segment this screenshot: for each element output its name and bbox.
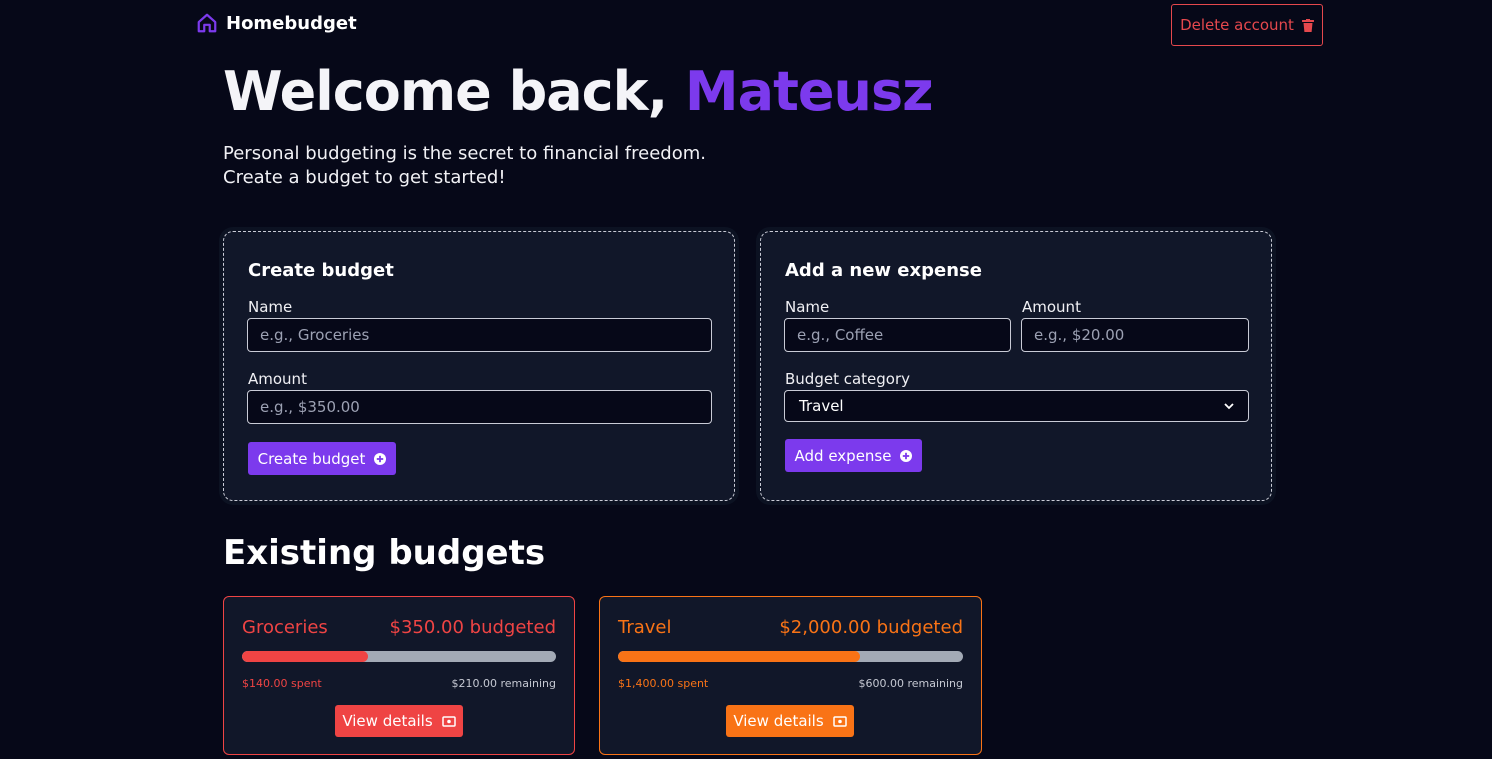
budget-category-label: Budget category <box>785 370 911 388</box>
budget-budgeted: $350.00 budgeted <box>389 617 556 638</box>
budget-progress-fill <box>618 651 860 662</box>
budget-spent: $140.00 spent <box>242 677 322 690</box>
add-expense-title: Add a new expense <box>785 260 982 281</box>
view-details-label: View details <box>342 712 433 730</box>
budget-name: Travel <box>618 617 672 638</box>
create-budget-form: Create budget Name Amount Create budget <box>223 231 735 501</box>
budget-card-groceries: Groceries $350.00 budgeted $140.00 spent… <box>223 596 575 755</box>
add-expense-button[interactable]: Add expense <box>785 439 922 472</box>
welcome-heading: Welcome back, Mateusz <box>223 60 934 123</box>
home-icon <box>197 13 217 33</box>
intro-text: Personal budgeting is the secret to fina… <box>223 142 706 190</box>
budget-progress-bar <box>618 651 963 662</box>
trash-icon <box>1301 18 1314 32</box>
budget-name-label: Name <box>248 298 293 316</box>
create-budget-button-label: Create budget <box>257 449 366 468</box>
budget-card-travel: Travel $2,000.00 budgeted $1,400.00 spen… <box>599 596 982 755</box>
view-details-button[interactable]: View details <box>335 705 463 737</box>
existing-budgets-heading: Existing budgets <box>223 533 546 573</box>
plus-circle-icon <box>374 452 387 465</box>
brand-name: Homebudget <box>226 12 357 34</box>
add-expense-panel: Add a new expense Name Amount Budget cat… <box>756 227 1276 505</box>
budget-spent: $1,400.00 spent <box>618 677 709 690</box>
expense-amount-label: Amount <box>1022 298 1081 316</box>
expense-name-label: Name <box>785 298 830 316</box>
budget-name: Groceries <box>242 617 328 638</box>
welcome-greeting: Welcome back, <box>223 60 685 123</box>
budget-progress-bar <box>242 651 556 662</box>
intro-line-2: Create a budget to get started! <box>223 167 506 188</box>
delete-account-button[interactable]: Delete account <box>1171 4 1323 46</box>
cash-icon <box>441 715 456 727</box>
expense-amount-input[interactable] <box>1021 318 1249 352</box>
budget-amount-input[interactable] <box>247 390 712 424</box>
budget-remaining: $600.00 remaining <box>858 677 963 690</box>
cash-icon <box>832 715 847 727</box>
budget-category-select[interactable]: Travel <box>784 390 1249 422</box>
expense-name-input[interactable] <box>784 318 1011 352</box>
budget-remaining: $210.00 remaining <box>451 677 556 690</box>
chevron-down-icon <box>1224 403 1234 410</box>
brand-logo[interactable]: Homebudget <box>196 12 357 34</box>
view-details-label: View details <box>733 712 824 730</box>
add-expense-button-label: Add expense <box>794 446 892 465</box>
budget-progress-fill <box>242 651 368 662</box>
budget-amount-label: Amount <box>248 370 307 388</box>
create-budget-panel: Create budget Name Amount Create budget <box>219 227 739 505</box>
welcome-username: Mateusz <box>684 60 934 123</box>
plus-circle-icon <box>900 449 913 462</box>
view-details-button[interactable]: View details <box>726 705 854 737</box>
create-budget-title: Create budget <box>248 260 394 281</box>
delete-account-label: Delete account <box>1180 16 1294 34</box>
budget-budgeted: $2,000.00 budgeted <box>779 617 963 638</box>
add-expense-form: Add a new expense Name Amount Budget cat… <box>760 231 1272 501</box>
create-budget-button[interactable]: Create budget <box>248 442 396 475</box>
budget-category-value: Travel <box>799 397 844 415</box>
budget-name-input[interactable] <box>247 318 712 352</box>
intro-line-1: Personal budgeting is the secret to fina… <box>223 143 706 164</box>
